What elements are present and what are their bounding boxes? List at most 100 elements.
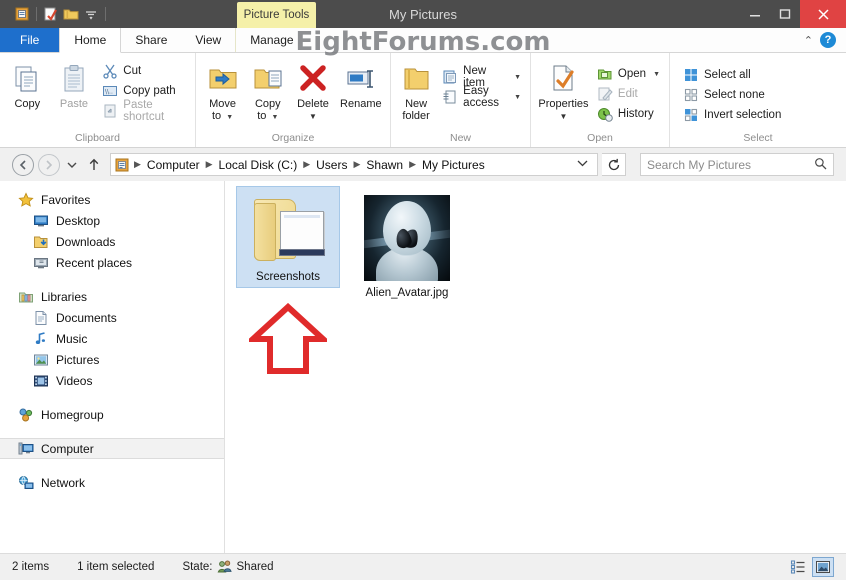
details-view-button[interactable] xyxy=(787,557,809,577)
search-input[interactable]: Search My Pictures xyxy=(640,153,834,176)
new-folder-button[interactable]: New folder xyxy=(395,59,437,122)
history-button[interactable]: History xyxy=(592,104,665,124)
status-selection-count: 1 item selected xyxy=(77,561,155,573)
select-none-icon xyxy=(683,87,699,103)
large-icons-view-button[interactable] xyxy=(812,557,834,577)
sidebar-label-documents: Documents xyxy=(56,310,117,325)
paste-shortcut-button[interactable]: Paste shortcut xyxy=(97,99,191,123)
breadcrumb-item-my-pictures[interactable]: My Pictures xyxy=(418,158,489,172)
ribbon: Copy Paste Cut \\.. Copy path Paste shor… xyxy=(0,53,846,148)
file-name-alien-avatar: Alien_Avatar.jpg xyxy=(365,287,449,299)
tab-share[interactable]: Share xyxy=(121,28,181,52)
new-item-button[interactable]: New item ▼ xyxy=(437,65,526,89)
quick-access-properties-icon[interactable] xyxy=(13,5,31,23)
file-list-view[interactable]: Screenshots Alien_Avatar.jpg xyxy=(225,181,846,553)
forward-button[interactable] xyxy=(38,153,60,176)
close-button[interactable] xyxy=(800,0,846,28)
move-to-button[interactable]: Move to ▼ xyxy=(200,59,245,124)
breadcrumb-item-local-disk[interactable]: Local Disk (C:) xyxy=(215,158,302,172)
rename-button[interactable]: Rename xyxy=(336,59,386,110)
new-folder-label: New folder xyxy=(402,98,430,122)
sidebar-item-documents[interactable]: Documents xyxy=(0,307,224,328)
sidebar-label-recent-places: Recent places xyxy=(56,255,133,270)
file-item-screenshots[interactable]: Screenshots xyxy=(236,186,340,288)
select-all-button[interactable]: Select all xyxy=(678,65,786,85)
delete-dropdown-icon[interactable]: ▼ xyxy=(309,111,317,123)
copy-button[interactable]: Copy xyxy=(4,57,51,110)
status-state-label: State: xyxy=(182,561,213,573)
tab-home[interactable]: Home xyxy=(59,28,122,53)
sidebar-item-videos[interactable]: Videos xyxy=(0,370,224,391)
easy-access-button[interactable]: Easy access ▼ xyxy=(437,85,526,109)
minimize-button[interactable] xyxy=(740,0,770,28)
properties-dropdown-icon[interactable]: ▼ xyxy=(560,111,568,123)
breadcrumb-dropdown-icon[interactable] xyxy=(570,159,595,171)
window-controls xyxy=(740,0,846,28)
recent-locations-icon[interactable] xyxy=(64,154,80,176)
sidebar-label-computer: Computer xyxy=(41,441,94,456)
sidebar-item-favorites[interactable]: Favorites xyxy=(0,189,224,210)
rename-label: Rename xyxy=(340,98,382,110)
open-icon xyxy=(597,66,613,82)
copy-path-button[interactable]: \\.. Copy path xyxy=(97,81,191,101)
copy-to-button[interactable]: Copy to ▼ xyxy=(245,59,290,124)
clipboard-group-label: Clipboard xyxy=(75,132,120,144)
search-placeholder: Search My Pictures xyxy=(647,157,752,172)
red-up-arrow-annotation xyxy=(245,302,331,380)
file-item-alien-avatar[interactable]: Alien_Avatar.jpg xyxy=(355,189,459,303)
select-group-label: Select xyxy=(743,132,773,144)
collapse-ribbon-icon[interactable]: ⌃ xyxy=(804,34,813,47)
back-button[interactable] xyxy=(12,153,34,176)
history-label: History xyxy=(617,108,654,120)
refresh-button[interactable] xyxy=(602,153,626,176)
tab-manage[interactable]: Manage xyxy=(235,28,307,52)
up-one-level-button[interactable] xyxy=(84,154,104,176)
breadcrumb-item-users[interactable]: Users xyxy=(312,158,351,172)
cut-button[interactable]: Cut xyxy=(97,61,191,81)
sidebar-item-desktop[interactable]: Desktop xyxy=(0,210,224,231)
help-icon[interactable]: ? xyxy=(820,32,836,48)
breadcrumb-item-shawn[interactable]: Shawn xyxy=(362,158,407,172)
copy-label: Copy xyxy=(14,98,41,110)
quick-access-customize-dropdown-icon[interactable] xyxy=(82,5,100,23)
scissors-icon xyxy=(102,63,118,79)
tab-file[interactable]: File xyxy=(0,28,60,52)
sidebar-item-music[interactable]: Music xyxy=(0,328,224,349)
search-icon[interactable] xyxy=(814,157,827,173)
view-mode-buttons xyxy=(787,557,834,577)
picture-tools-contextual-tab[interactable]: Picture Tools xyxy=(237,2,316,28)
quick-access-new-folder-icon[interactable] xyxy=(42,5,60,23)
edit-button[interactable]: Edit xyxy=(592,84,665,104)
sidebar-item-recent-places[interactable]: Recent places xyxy=(0,252,224,273)
select-none-label: Select none xyxy=(704,89,765,101)
breadcrumb-sep-0: ▶ xyxy=(134,159,141,169)
easy-access-dropdown-icon[interactable]: ▼ xyxy=(514,94,521,101)
maximize-button[interactable] xyxy=(770,0,800,28)
status-state-value: Shared xyxy=(236,561,274,573)
breadcrumb-item-computer[interactable]: Computer xyxy=(143,158,204,172)
open-button[interactable]: Open ▼ xyxy=(592,64,665,84)
open-dropdown-icon[interactable]: ▼ xyxy=(653,71,660,78)
breadcrumb[interactable]: ▶ Computer ▶ Local Disk (C:) ▶ Users ▶ S… xyxy=(110,153,598,176)
sidebar-item-downloads[interactable]: Downloads xyxy=(0,231,224,252)
sidebar-item-pictures[interactable]: Pictures xyxy=(0,349,224,370)
sidebar-item-homegroup[interactable]: Homegroup xyxy=(0,404,224,425)
select-none-button[interactable]: Select none xyxy=(678,85,786,105)
star-icon xyxy=(18,191,34,208)
properties-button[interactable]: Properties ▼ xyxy=(535,59,592,123)
sidebar-item-libraries[interactable]: Libraries xyxy=(0,286,224,307)
delete-button[interactable]: Delete ▼ xyxy=(290,59,335,123)
folder-icon xyxy=(114,157,130,173)
tab-manage-label: Manage xyxy=(250,33,294,47)
invert-selection-label: Invert selection xyxy=(704,109,782,121)
tab-view[interactable]: View xyxy=(181,28,235,52)
sidebar-item-network[interactable]: Network xyxy=(0,472,224,493)
invert-selection-button[interactable]: Invert selection xyxy=(678,105,786,125)
sidebar-item-computer[interactable]: Computer xyxy=(0,438,224,459)
ribbon-tab-strip: File Home Share View Manage ⌃ ? xyxy=(0,28,846,53)
new-item-dropdown-icon[interactable]: ▼ xyxy=(514,74,521,81)
quick-access-folder-icon[interactable] xyxy=(62,5,80,23)
desktop-icon xyxy=(33,213,49,229)
paste-button[interactable]: Paste xyxy=(51,57,98,110)
status-state: State: Shared xyxy=(182,559,301,575)
